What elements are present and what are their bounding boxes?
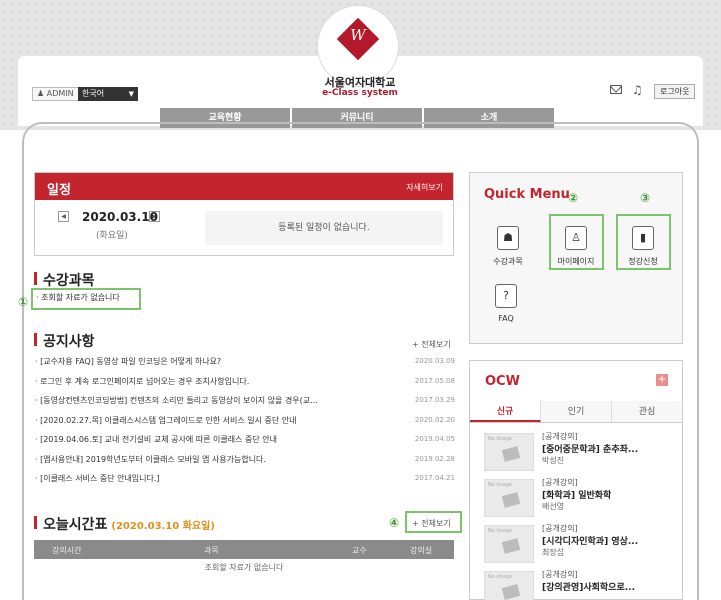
courses-title: 수강과목 — [34, 270, 95, 290]
image-placeholder-icon — [501, 446, 521, 462]
admin-button[interactable]: ♟ ADMIN — [32, 87, 79, 101]
ocw-thumbnail: No image — [484, 479, 534, 517]
ocw-more-plus-icon[interactable]: + — [656, 374, 668, 386]
quick-menu-mypage[interactable]: ♙ 마이페이지 — [546, 226, 606, 267]
notices-title: 공지사항 — [34, 331, 95, 351]
notice-row[interactable]: · [교수자용 FAQ] 동영상 파일 인코딩은 어떻게 하나요? 2020.03… — [35, 353, 455, 373]
image-placeholder-icon — [501, 492, 521, 508]
content-frame — [22, 122, 699, 162]
timetable-date: (2020.03.10 화요일) — [111, 521, 215, 532]
col-subject: 과목 — [204, 546, 219, 555]
tab-new[interactable]: 신규 — [470, 401, 541, 422]
notice-row[interactable]: · [앱사용안내] 2019학년도부터 이클래스 모바일 앱 사용가능합니다. 2… — [35, 451, 455, 471]
ocw-tabs: 신규 인기 관심 — [470, 401, 682, 423]
notices-more-link[interactable]: + 전체보기 — [412, 339, 451, 350]
user-icon: ♟ — [37, 89, 45, 98]
content-frame-right — [697, 150, 699, 600]
faq-icon: ? — [495, 284, 517, 308]
content-frame-left — [22, 150, 24, 600]
notice-list: · [교수자용 FAQ] 동영상 파일 인코딩은 어떻게 하나요? 2020.03… — [35, 353, 455, 490]
ocw-list-item[interactable]: No image [공개강의] [시각디자인학과] 영상... 최장섭 — [484, 523, 674, 567]
annotation-marker-1: ① — [18, 295, 29, 309]
timetable-title: 오늘시간표 (2020.03.10 화요일) — [34, 514, 215, 534]
timetable-header: 강의시간 과목 교수 강의실 — [34, 540, 454, 559]
prev-date-button[interactable]: ◀ — [58, 211, 69, 222]
notice-row[interactable]: · [동영상컨텐츠인코딩방법] 컨텐츠의 소리만 들리고 동영상이 보이지 않을… — [35, 392, 455, 412]
notice-row[interactable]: · 로그인 후 계속 로그인페이지로 넘어오는 경우 조치사항입니다. 2017.… — [35, 373, 455, 393]
notice-row[interactable]: · [이클래스 서비스 중단 안내입니다.] 2017.04.21 — [35, 470, 455, 490]
schedule-title: 일정 — [47, 183, 71, 198]
quick-menu-enroll[interactable]: ▮ 정강신청 — [613, 226, 673, 267]
tab-popular[interactable]: 인기 — [541, 401, 612, 422]
courses-empty-message: · 조회할 자료가 없습니다 — [36, 293, 120, 302]
timetable-empty-message: 조회할 자료가 없습니다 — [204, 563, 284, 572]
annotation-marker-4: ④ — [389, 516, 400, 530]
schedule-date: 2020.03.10 — [82, 210, 158, 224]
mail-icon[interactable] — [610, 85, 622, 94]
ocw-title: OCW — [485, 374, 520, 389]
image-placeholder-icon — [501, 538, 521, 554]
schedule-more-link[interactable]: 자세히보기 — [406, 182, 443, 193]
ocw-thumbnail: No image — [484, 433, 534, 471]
quick-menu-courses[interactable]: ☗ 수강과목 — [478, 226, 538, 267]
annotation-marker-2: ② — [568, 191, 579, 205]
ocw-list-item[interactable]: No image [공개강의] [강의관영]사회학으로... — [484, 569, 674, 600]
ocw-list-item[interactable]: No image [공개강의] [화학과] 일반화학 배선영 — [484, 477, 674, 521]
timetable-more-link[interactable]: + 전체보기 — [412, 518, 451, 529]
schedule-empty-message: 등록된 일정이 없습니다. — [205, 211, 443, 245]
image-placeholder-icon — [501, 584, 521, 600]
ocw-thumbnail: No image — [484, 571, 534, 600]
logout-button[interactable]: 로그아웃 — [654, 84, 696, 99]
language-select[interactable]: 한국어 ▼ — [78, 87, 138, 101]
tab-interest[interactable]: 관심 — [612, 401, 682, 422]
mypage-icon: ♙ — [565, 226, 587, 250]
course-icon: ☗ — [497, 226, 519, 250]
logo-monogram: W — [350, 26, 366, 44]
ocw-thumbnail: No image — [484, 525, 534, 563]
col-room: 강의실 — [410, 546, 433, 555]
book-icon: ▮ — [632, 226, 654, 250]
col-professor: 교수 — [352, 546, 367, 555]
notice-row[interactable]: · [2020.02.27.목] 이클래스시스템 업그레이드로 인한 서비스 일… — [35, 412, 455, 432]
col-time: 강의시간 — [52, 546, 82, 555]
annotation-marker-3: ③ — [640, 191, 651, 205]
quick-menu-title: Quick Menu — [484, 187, 570, 202]
schedule-header: 일정 자세히보기 — [35, 173, 453, 200]
system-name: e-Class system — [322, 88, 398, 98]
ocw-list-item[interactable]: No image [공개강의] [중어중문학과] 춘추좌... 박성진 — [484, 431, 674, 475]
bell-icon[interactable]: ♫ — [632, 83, 643, 97]
quick-menu-faq[interactable]: ? FAQ — [476, 284, 536, 323]
dropdown-arrow-icon: ▼ — [128, 90, 134, 98]
schedule-day: (화요일) — [96, 231, 128, 241]
notice-row[interactable]: · [2019.04.06.토] 교내 전기설비 교체 공사에 따른 이클래스 … — [35, 431, 455, 451]
